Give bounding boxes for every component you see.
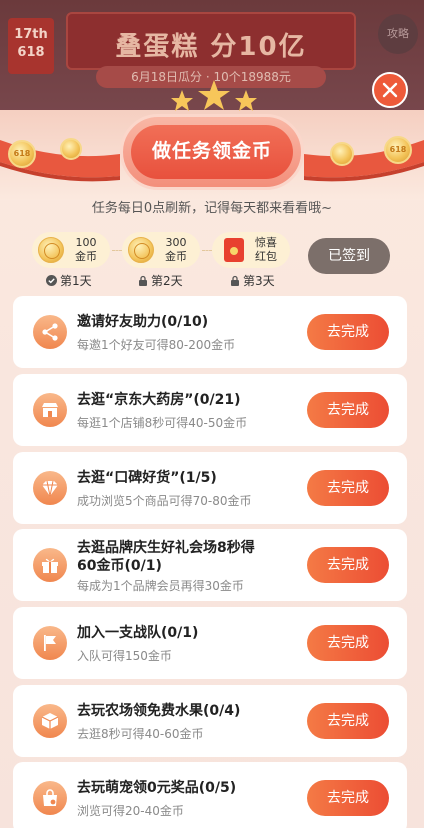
checkin-day-3: 惊喜 红包 — [212, 232, 290, 268]
task-desc: 每逛1个店铺8秒可得40-50金币 — [77, 416, 248, 430]
task-title: 邀请好友助力(0/10) — [77, 314, 209, 330]
lock-icon — [139, 275, 147, 286]
checkin-day-1: 100 金币 — [32, 232, 110, 268]
checkin-amount: 100 — [75, 236, 97, 249]
task-go-button[interactable]: 去完成 — [307, 703, 389, 739]
task-title: 去玩农场领免费水果(0/4) — [77, 703, 241, 719]
coin-icon — [128, 237, 154, 263]
coin-icon: 618 — [384, 136, 412, 164]
lock-icon — [231, 275, 239, 286]
task-title: 去逛“京东大药房”(0/21) — [77, 392, 241, 408]
signed-in-button[interactable]: 已签到 — [308, 238, 390, 274]
task-title: 加入一支战队(0/1) — [77, 625, 199, 641]
day-label-3: 第3天 — [230, 272, 275, 289]
store-icon — [33, 393, 67, 427]
task-title: 去玩萌宠领0元奖品(0/5) — [77, 780, 237, 796]
close-button[interactable] — [372, 72, 408, 108]
cake-banner: 叠蛋糕 分10亿 — [66, 12, 356, 70]
diamond-icon — [33, 471, 67, 505]
task-go-button[interactable]: 去完成 — [307, 470, 389, 506]
header-ribbon: 618 618 做任务领金币 — [0, 80, 424, 200]
task-title: 去逛品牌庆生好礼会场8秒得 60金币(0/1) — [77, 540, 255, 574]
task-item: 邀请好友助力(0/10) 每邀1个好友可得80-200金币 去完成 — [13, 296, 407, 368]
task-title: 去逛“口碑好货”(1/5) — [77, 470, 217, 486]
task-item: 去逛“口碑好货”(1/5) 成功浏览5个商品可得70-80金币 去完成 — [13, 452, 407, 524]
checkin-unit: 金币 — [75, 250, 97, 263]
task-go-button[interactable]: 去完成 — [307, 780, 389, 816]
panel-title: 做任务领金币 — [151, 140, 272, 162]
pet-bag-icon — [33, 781, 67, 815]
checkin-day-2: 300 金币 — [122, 232, 200, 268]
share-icon — [33, 315, 67, 349]
checkin-row: 100 金币 300 金币 惊喜 红包 第1天 第2天 第3天 已签到 — [0, 230, 424, 290]
coin-icon: 618 — [8, 140, 36, 168]
day-label-1: 第1天 — [46, 272, 92, 289]
day-label-2: 第2天 — [138, 272, 183, 289]
task-go-button[interactable]: 去完成 — [307, 314, 389, 350]
refresh-hint: 任务每日0点刷新，记得每天都来看看哦~ — [91, 201, 333, 216]
close-icon — [382, 82, 398, 98]
task-item: 去玩农场领免费水果(0/4) 去逛8秒可得40-60金币 去完成 — [13, 685, 407, 757]
ribbon-badge: 做任务领金币 — [120, 114, 304, 190]
check-icon — [46, 275, 57, 286]
task-desc: 每成为1个品牌会员再得30金币 — [77, 579, 244, 593]
task-desc: 每邀1个好友可得80-200金币 — [77, 338, 236, 352]
task-item: 加入一支战队(0/1) 入队可得150金币 去完成 — [13, 607, 407, 679]
banner-title: 叠蛋糕 分10亿 — [115, 32, 307, 62]
gift-icon — [33, 548, 67, 582]
checkin-amount: 惊喜 — [255, 236, 277, 249]
task-item: 去玩萌宠领0元奖品(0/5) 浏览可得20-40金币 去完成 — [13, 762, 407, 828]
coin-icon — [60, 138, 82, 160]
checkin-unit: 金币 — [165, 250, 187, 263]
coin-icon — [38, 237, 64, 263]
checkin-amount: 300 — [165, 236, 187, 249]
box-icon — [33, 704, 67, 738]
task-go-button[interactable]: 去完成 — [307, 392, 389, 428]
badge-line1: 17th — [14, 27, 48, 42]
task-item: 去逛“京东大药房”(0/21) 每逛1个店铺8秒可得40-50金币 去完成 — [13, 374, 407, 446]
task-desc: 去逛8秒可得40-60金币 — [77, 727, 204, 741]
strategy-button: 攻略 — [378, 14, 418, 54]
badge-line2: 618 — [17, 45, 45, 60]
task-desc: 浏览可得20-40金币 — [77, 804, 184, 818]
checkin-unit: 红包 — [255, 250, 277, 263]
flag-icon — [33, 626, 67, 660]
task-desc: 入队可得150金币 — [77, 649, 172, 663]
anniversary-badge: 17th 618 — [8, 18, 54, 74]
task-go-button[interactable]: 去完成 — [307, 547, 389, 583]
task-desc: 成功浏览5个商品可得70-80金币 — [77, 494, 252, 508]
red-packet-icon — [224, 238, 244, 262]
coin-icon — [330, 142, 354, 166]
task-item: 去逛品牌庆生好礼会场8秒得 60金币(0/1) 每成为1个品牌会员再得30金币 … — [13, 529, 407, 601]
task-go-button[interactable]: 去完成 — [307, 625, 389, 661]
